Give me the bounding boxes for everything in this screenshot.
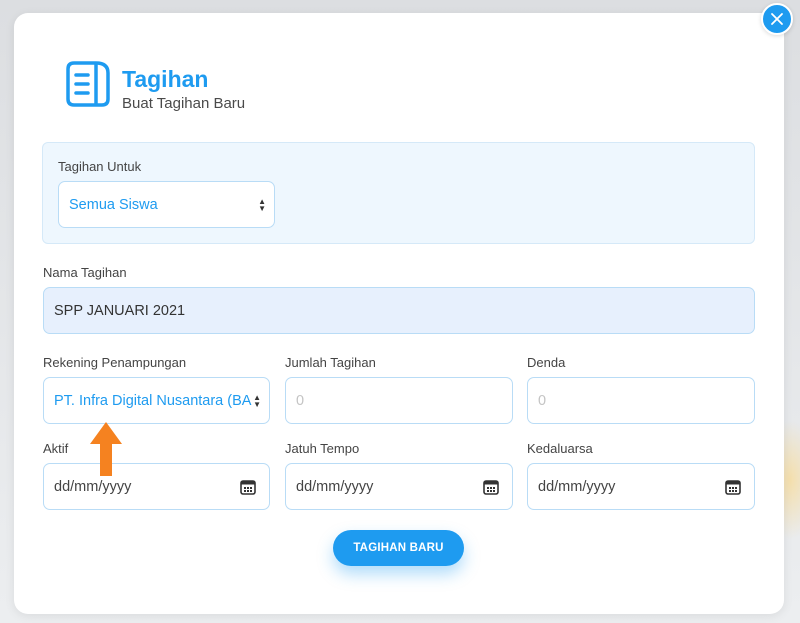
page-title: Tagihan — [122, 66, 209, 92]
expiry-date-placeholder: dd/mm/yyyy — [538, 478, 616, 495]
amount-input[interactable]: 0 — [285, 377, 513, 424]
bill-name-input[interactable]: SPP JANUARI 2021 — [43, 287, 755, 334]
account-value: PT. Infra Digital Nusantara (BA — [54, 392, 252, 409]
document-icon — [66, 61, 110, 107]
fine-placeholder: 0 — [538, 392, 547, 409]
calendar-icon[interactable] — [239, 478, 257, 496]
bill-name-label: Nama Tagihan — [43, 265, 127, 280]
due-date-placeholder: dd/mm/yyyy — [296, 478, 374, 495]
bill-name-value: SPP JANUARI 2021 — [54, 302, 186, 319]
active-date-label: Aktif — [43, 441, 69, 456]
page-subtitle: Buat Tagihan Baru — [122, 95, 246, 112]
calendar-icon[interactable] — [482, 478, 500, 496]
new-bill-button[interactable]: TAGIHAN BARU — [333, 530, 464, 566]
fine-label: Denda — [527, 355, 566, 370]
modal-header: Tagihan Buat Tagihan Baru — [64, 59, 245, 113]
select-arrows-icon: ▲ ▼ — [253, 392, 261, 409]
due-date-label: Jatuh Tempo — [285, 441, 360, 456]
bill-target-select[interactable]: Semua Siswa ▲ ▼ — [58, 181, 275, 228]
expiry-date-input[interactable]: dd/mm/yyyy — [527, 463, 755, 510]
calendar-icon[interactable] — [724, 478, 742, 496]
close-icon — [771, 13, 783, 25]
active-date-placeholder: dd/mm/yyyy — [54, 478, 132, 495]
close-button[interactable] — [761, 3, 793, 35]
bill-target-label: Tagihan Untuk — [58, 159, 142, 174]
account-label: Rekening Penampungan — [43, 355, 187, 370]
bill-target-value: Semua Siswa — [69, 196, 158, 213]
expiry-date-label: Kedaluarsa — [527, 441, 593, 456]
account-select[interactable]: PT. Infra Digital Nusantara (BA ▲ ▼ — [43, 377, 270, 424]
due-date-input[interactable]: dd/mm/yyyy — [285, 463, 513, 510]
pointer-arrow-icon — [90, 422, 122, 476]
active-date-input[interactable]: dd/mm/yyyy — [43, 463, 270, 510]
amount-label: Jumlah Tagihan — [285, 355, 376, 370]
select-arrows-icon: ▲ ▼ — [258, 196, 266, 213]
fine-input[interactable]: 0 — [527, 377, 755, 424]
amount-placeholder: 0 — [296, 392, 305, 409]
